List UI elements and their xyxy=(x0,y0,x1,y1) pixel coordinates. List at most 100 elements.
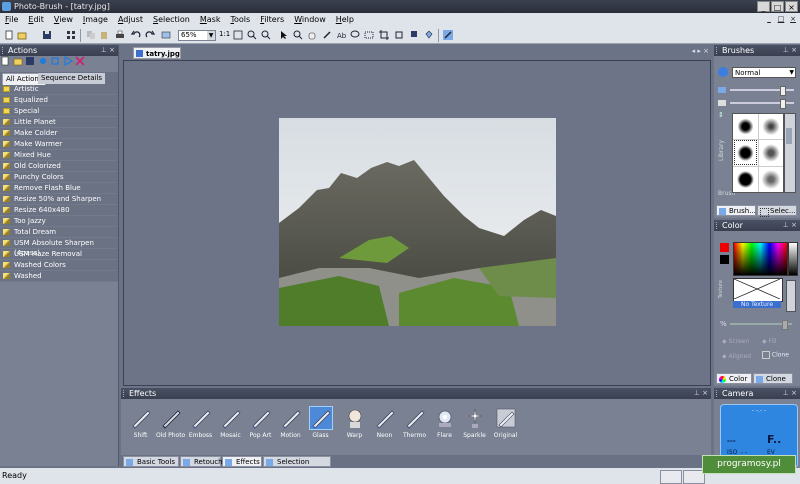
effect-flare[interactable]: Flare xyxy=(430,407,459,445)
image-icon[interactable] xyxy=(161,30,171,40)
pin-icon[interactable]: ⊥ × xyxy=(101,45,115,56)
menu-window[interactable]: Window xyxy=(289,13,331,27)
foreground-color-swatch[interactable] xyxy=(720,243,729,252)
pin-icon[interactable]: ⊥ × xyxy=(783,388,797,399)
action-item[interactable]: USM Absolute Sharpen (4pass) xyxy=(0,238,118,257)
canvas[interactable] xyxy=(123,60,711,386)
tab-basic-tools[interactable]: Basic Tools xyxy=(123,456,179,467)
effect-sparkle[interactable]: Sparkle xyxy=(460,407,489,445)
minimize-button[interactable]: _ xyxy=(757,1,770,12)
hand-icon[interactable] xyxy=(307,30,317,40)
effect-mosaic[interactable]: Mosaic xyxy=(216,407,245,445)
tolerance-slider[interactable] xyxy=(730,320,792,330)
effect-original[interactable]: Original xyxy=(491,407,520,445)
aligned-option[interactable]: ◆ Aligned xyxy=(722,353,751,360)
brush-library-grid[interactable] xyxy=(732,113,784,193)
delete-icon[interactable] xyxy=(75,56,85,66)
effect-pop-art[interactable]: Pop Art xyxy=(246,407,275,445)
brush-preset[interactable] xyxy=(758,139,783,166)
rect-select-icon[interactable] xyxy=(364,30,374,40)
brush-tool-icon[interactable] xyxy=(443,30,453,40)
menu-selection[interactable]: Selection xyxy=(148,13,195,27)
blend-mode-select[interactable]: Normal ▼ xyxy=(732,67,796,78)
menu-view[interactable]: View xyxy=(49,13,78,27)
screen-option[interactable]: ◆ Screen xyxy=(722,338,749,345)
menu-image[interactable]: Image xyxy=(78,13,113,27)
brush-library-scrollbar[interactable] xyxy=(784,113,796,193)
tab-selection[interactable]: Selec... xyxy=(757,205,797,217)
color-spectrum-picker[interactable] xyxy=(733,242,788,276)
action-item[interactable]: Resize 50% and Sharpen xyxy=(0,194,118,205)
fill-option[interactable]: ◆ Fill xyxy=(762,338,777,345)
doc-restore-button[interactable]: □ xyxy=(776,14,786,25)
menu-file[interactable]: File xyxy=(0,13,23,27)
new-action-icon[interactable] xyxy=(0,56,10,66)
paste-icon[interactable] xyxy=(99,30,109,40)
menu-adjust[interactable]: Adjust xyxy=(113,13,148,27)
brush-preset[interactable] xyxy=(758,165,783,192)
effect-glass[interactable]: Glass xyxy=(306,406,335,445)
eyedropper-icon[interactable] xyxy=(322,30,332,40)
menu-mask[interactable]: Mask xyxy=(195,13,226,27)
save-action-icon[interactable] xyxy=(25,56,35,66)
action-item[interactable]: Washed xyxy=(0,271,118,282)
tab-clone[interactable]: Clone xyxy=(753,373,793,384)
play-icon[interactable] xyxy=(63,55,73,67)
crop-icon[interactable] xyxy=(379,30,389,40)
tab-selection-tools[interactable]: Selection Tools xyxy=(263,456,331,477)
doc-minimize-button[interactable]: _ xyxy=(764,14,774,25)
tab-brush[interactable]: Brush... xyxy=(716,205,756,216)
tab-scroll-arrows[interactable]: ◂ ▸ × xyxy=(692,47,709,55)
pointer-icon[interactable] xyxy=(279,30,289,40)
opacity-slider[interactable] xyxy=(730,99,794,109)
texture-preview[interactable] xyxy=(733,278,783,302)
effect-neon[interactable]: Neon xyxy=(370,407,399,445)
open-folder-icon[interactable] xyxy=(17,30,27,40)
mountain-photo[interactable] xyxy=(279,118,556,326)
print-icon[interactable] xyxy=(115,30,125,40)
menu-tools[interactable]: Tools xyxy=(225,13,255,27)
menu-filters[interactable]: Filters xyxy=(255,13,289,27)
menu-help[interactable]: Help xyxy=(331,13,359,27)
new-file-icon[interactable] xyxy=(4,30,14,40)
folder-item[interactable]: Artistic xyxy=(0,84,118,95)
record-icon[interactable] xyxy=(38,56,48,66)
pin-icon[interactable]: ⊥ × xyxy=(783,220,797,231)
effect-warp[interactable]: Warp xyxy=(340,407,369,445)
transform-icon[interactable] xyxy=(394,30,404,40)
effect-motion[interactable]: Motion xyxy=(276,407,305,445)
action-item[interactable]: Resize 640x480 xyxy=(0,205,118,216)
action-item[interactable]: Make Warmer xyxy=(0,139,118,150)
tab-effects[interactable]: Effects xyxy=(222,456,262,467)
pin-icon[interactable]: ⊥ × xyxy=(783,45,797,56)
brush-preset[interactable] xyxy=(758,114,783,140)
size-slider[interactable] xyxy=(730,86,794,96)
menu-edit[interactable]: Edit xyxy=(23,13,49,27)
tab-color[interactable]: Color xyxy=(716,373,752,384)
tab-sequence-details[interactable]: Sequence Details xyxy=(38,73,106,84)
folder-item[interactable]: Equalized xyxy=(0,95,118,106)
effect-thermo[interactable]: Thermo xyxy=(400,407,429,445)
action-item[interactable]: Mixed Hue xyxy=(0,150,118,161)
clone-checkbox[interactable]: Clone xyxy=(762,351,789,359)
action-item[interactable]: Total Dream xyxy=(0,227,118,238)
magnify-icon[interactable] xyxy=(293,30,303,40)
doc-close-button[interactable]: × xyxy=(788,14,798,25)
effect-emboss[interactable]: Emboss xyxy=(186,407,215,445)
close-button[interactable]: × xyxy=(785,1,798,12)
action-item[interactable]: Too Jazzy xyxy=(0,216,118,227)
pin-icon[interactable]: ⊥ × xyxy=(694,388,708,399)
action-item[interactable]: Old Colorized xyxy=(0,161,118,172)
texture-scrollbar[interactable] xyxy=(786,280,796,312)
text-tool-icon[interactable]: Ab xyxy=(336,30,346,40)
zoom-select[interactable]: 65% ▼ xyxy=(178,30,216,41)
brightness-bar[interactable] xyxy=(788,242,798,276)
actual-size-button[interactable]: 1:1 xyxy=(219,30,230,38)
action-item[interactable]: Washed Colors xyxy=(0,260,118,271)
fit-window-icon[interactable] xyxy=(233,30,243,40)
effect-shift[interactable]: Shift xyxy=(126,407,155,445)
zoom-in-icon[interactable] xyxy=(247,30,257,40)
resize-icon[interactable] xyxy=(410,30,420,40)
action-item[interactable]: Remove Flash Blue xyxy=(0,183,118,194)
tab-retouch[interactable]: Retouch xyxy=(180,456,223,467)
